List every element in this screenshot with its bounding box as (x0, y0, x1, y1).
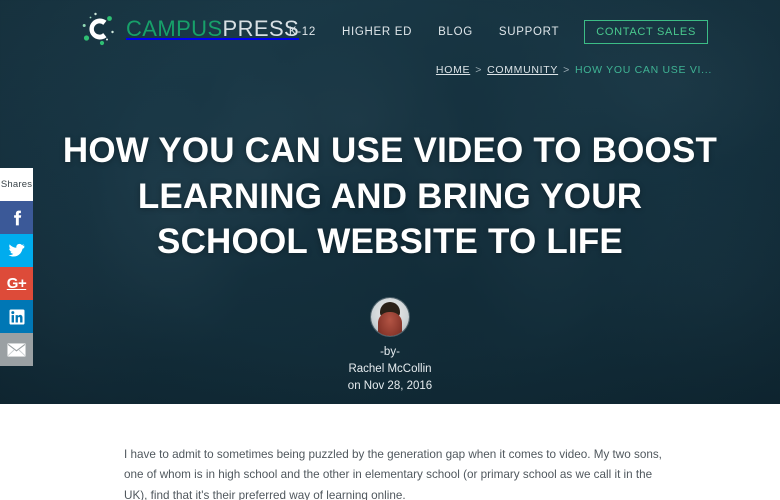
breadcrumb-separator: > (563, 64, 570, 76)
facebook-icon (9, 210, 25, 226)
contact-sales-button[interactable]: CONTACT SALES (584, 20, 708, 44)
share-linkedin-button[interactable] (0, 300, 33, 333)
google-plus-icon: G+ (6, 275, 27, 292)
breadcrumb-separator: > (475, 64, 483, 76)
author-by-label: -by- (380, 346, 400, 358)
linkedin-icon (9, 309, 25, 325)
author-block: -by- Rachel McCollin on Nov 28, 2016 (0, 298, 780, 395)
breadcrumb-item-home[interactable]: HOME (436, 64, 470, 76)
main-navigation: K-12 HIGHER ED BLOG SUPPORT CONTACT SALE… (276, 20, 708, 44)
share-facebook-button[interactable] (0, 201, 33, 234)
logo-wordmark: CAMPUSPRESS (126, 18, 299, 40)
nav-item-support[interactable]: SUPPORT (486, 26, 572, 38)
logo-text-campus: CAMPUS (126, 16, 223, 41)
author-name: Rachel McCollin (348, 363, 432, 376)
site-header: CAMPUSPRESS K-12 HIGHER ED BLOG SUPPORT … (0, 0, 780, 58)
avatar (371, 298, 409, 336)
email-icon (7, 342, 26, 357)
article-paragraph: I have to admit to sometimes being puzzl… (124, 448, 662, 500)
nav-item-blog[interactable]: BLOG (425, 26, 486, 38)
campuspress-c-logo-icon (78, 8, 120, 50)
nav-item-higher-ed[interactable]: HIGHER ED (329, 26, 425, 38)
twitter-icon (8, 242, 25, 259)
site-logo[interactable]: CAMPUSPRESS (78, 8, 299, 50)
article-body: I have to admit to sometimes being puzzl… (0, 404, 780, 500)
share-email-button[interactable] (0, 333, 33, 366)
share-count-label: Shares (0, 168, 33, 201)
breadcrumb-item-current: HOW YOU CAN USE VI... (574, 64, 712, 76)
share-twitter-button[interactable] (0, 234, 33, 267)
social-share-rail: Shares G+ (0, 168, 33, 366)
page-root: CAMPUSPRESS K-12 HIGHER ED BLOG SUPPORT … (0, 0, 780, 500)
author-date: on Nov 28, 2016 (347, 380, 433, 393)
nav-item-k12[interactable]: K-12 (276, 26, 329, 38)
page-title: HOW YOU CAN USE VIDEO TO BOOST LEARNING … (62, 131, 718, 261)
share-google-plus-button[interactable]: G+ (0, 267, 33, 300)
breadcrumb-item-community[interactable]: COMMUNITY (487, 64, 558, 76)
breadcrumb: HOME > COMMUNITY > HOW YOU CAN USE VI... (436, 64, 712, 76)
